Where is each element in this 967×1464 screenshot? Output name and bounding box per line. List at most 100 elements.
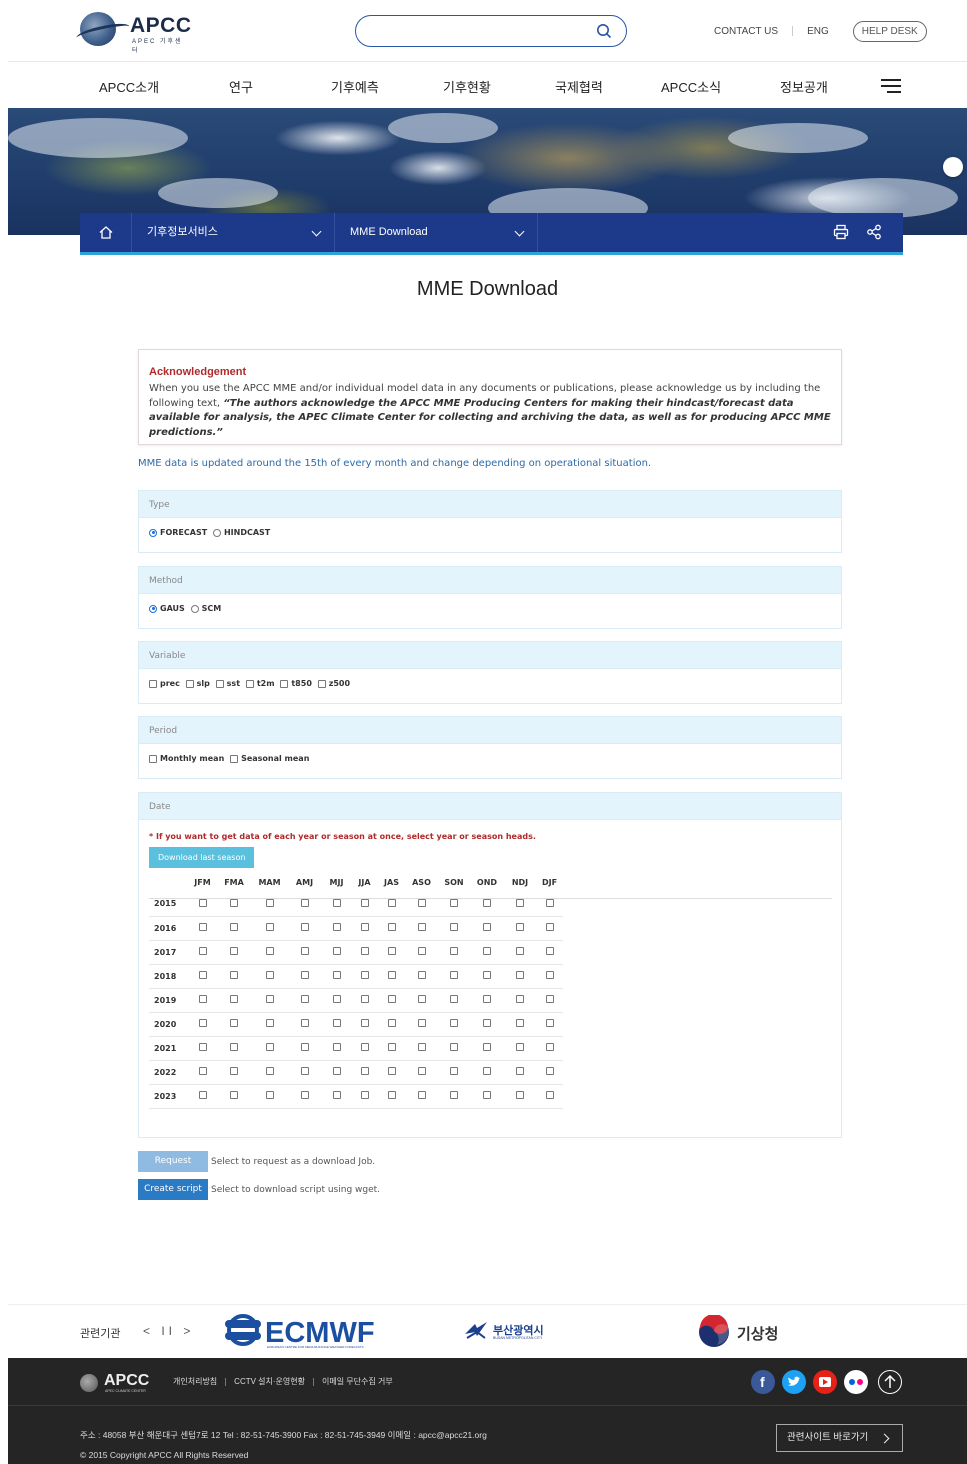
- variable-prec-checkbox[interactable]: prec: [149, 679, 180, 688]
- season-checkbox[interactable]: [516, 1067, 524, 1075]
- season-checkbox[interactable]: [198, 923, 207, 931]
- season-checkbox[interactable]: [265, 1043, 274, 1051]
- season-checkbox[interactable]: [516, 947, 524, 955]
- season-checkbox[interactable]: [387, 1043, 396, 1051]
- variable-z500-checkbox[interactable]: z500: [317, 679, 350, 688]
- season-checkbox[interactable]: [450, 898, 458, 907]
- season-checkbox[interactable]: [387, 1067, 396, 1075]
- season-checkbox[interactable]: [387, 898, 396, 907]
- season-checkbox[interactable]: [198, 971, 207, 979]
- season-checkbox[interactable]: [545, 1043, 554, 1051]
- busan-logo[interactable]: 부산광역시 BUSAN METROPOLITAN CITY: [463, 1320, 544, 1347]
- season-head-mjj[interactable]: MJJ: [322, 872, 351, 892]
- season-head-jja[interactable]: JJA: [351, 872, 378, 892]
- season-checkbox[interactable]: [450, 971, 458, 979]
- nav-item-apcc-intro[interactable]: APCC소개: [99, 77, 159, 96]
- season-checkbox[interactable]: [516, 995, 524, 1003]
- season-checkbox[interactable]: [417, 898, 426, 907]
- season-checkbox[interactable]: [516, 898, 524, 907]
- season-checkbox[interactable]: [417, 1019, 426, 1027]
- season-head-djf[interactable]: DJF: [536, 872, 563, 892]
- download-last-season-button[interactable]: Download last season: [149, 847, 255, 868]
- season-checkbox[interactable]: [230, 1019, 238, 1027]
- season-checkbox[interactable]: [300, 923, 309, 931]
- season-checkbox[interactable]: [198, 1019, 207, 1027]
- season-checkbox[interactable]: [198, 995, 207, 1003]
- year-head-2022[interactable]: 2022: [149, 1060, 189, 1085]
- season-checkbox[interactable]: [450, 923, 458, 931]
- season-head-amj[interactable]: AMJ: [287, 872, 322, 892]
- season-checkbox[interactable]: [360, 898, 369, 907]
- ecmwf-logo[interactable]: ECMWF EUROPEAN CENTRE FOR MEDIUM-RANGE W…: [223, 1313, 385, 1356]
- scroll-top-button[interactable]: [878, 1370, 902, 1394]
- nav-item-research[interactable]: 연구: [229, 77, 253, 96]
- year-head-2018[interactable]: 2018: [149, 964, 189, 989]
- related-carousel-controls[interactable]: < II >: [143, 1324, 194, 1338]
- season-checkbox[interactable]: [387, 923, 396, 931]
- season-checkbox[interactable]: [300, 995, 309, 1003]
- season-checkbox[interactable]: [265, 1067, 274, 1075]
- season-checkbox[interactable]: [516, 1019, 524, 1027]
- season-checkbox[interactable]: [450, 1019, 458, 1027]
- rocket-icon[interactable]: [943, 157, 963, 177]
- year-head-2015[interactable]: 2015: [149, 892, 189, 917]
- season-checkbox[interactable]: [483, 947, 491, 955]
- variable-t2m-checkbox[interactable]: t2m: [245, 679, 275, 688]
- season-checkbox[interactable]: [483, 898, 491, 907]
- season-checkbox[interactable]: [450, 947, 458, 955]
- season-checkbox[interactable]: [387, 1019, 396, 1027]
- season-checkbox[interactable]: [417, 995, 426, 1003]
- youtube-icon[interactable]: [813, 1370, 837, 1394]
- season-checkbox[interactable]: [332, 923, 341, 931]
- season-checkbox[interactable]: [417, 923, 426, 931]
- season-checkbox[interactable]: [300, 1067, 309, 1075]
- season-checkbox[interactable]: [545, 1091, 554, 1099]
- season-checkbox[interactable]: [230, 1043, 238, 1051]
- year-head-2021[interactable]: 2021: [149, 1036, 189, 1061]
- season-checkbox[interactable]: [265, 923, 274, 931]
- season-checkbox[interactable]: [450, 1067, 458, 1075]
- season-checkbox[interactable]: [360, 1091, 369, 1099]
- privacy-policy-link[interactable]: 개인처리방침: [173, 1376, 217, 1387]
- related-sites-button[interactable]: 관련사이트 바로가기: [776, 1424, 903, 1452]
- year-head-2016[interactable]: 2016: [149, 916, 189, 941]
- season-checkbox[interactable]: [545, 947, 554, 955]
- nav-item-climate-prediction[interactable]: 기후예측: [331, 77, 379, 96]
- season-checkbox[interactable]: [450, 1043, 458, 1051]
- year-head-2023[interactable]: 2023: [149, 1084, 189, 1109]
- season-checkbox[interactable]: [450, 995, 458, 1003]
- cctv-link[interactable]: CCTV 설치·운영현황: [234, 1376, 305, 1387]
- season-checkbox[interactable]: [483, 1091, 491, 1099]
- season-checkbox[interactable]: [545, 1067, 554, 1075]
- menu-icon[interactable]: [881, 79, 901, 93]
- season-checkbox[interactable]: [198, 1043, 207, 1051]
- season-checkbox[interactable]: [332, 898, 341, 907]
- search-icon[interactable]: [596, 23, 612, 39]
- eng-link[interactable]: ENG: [801, 26, 835, 37]
- season-checkbox[interactable]: [417, 1043, 426, 1051]
- home-button[interactable]: [80, 213, 132, 252]
- season-checkbox[interactable]: [516, 923, 524, 931]
- facebook-icon[interactable]: f: [751, 1370, 775, 1394]
- season-checkbox[interactable]: [545, 898, 554, 907]
- season-checkbox[interactable]: [387, 995, 396, 1003]
- season-checkbox[interactable]: [300, 898, 309, 907]
- season-checkbox[interactable]: [300, 947, 309, 955]
- season-checkbox[interactable]: [387, 1091, 396, 1099]
- season-checkbox[interactable]: [230, 1067, 238, 1075]
- season-checkbox[interactable]: [265, 1091, 274, 1099]
- breadcrumb-level2-select[interactable]: MME Download: [335, 213, 538, 252]
- season-checkbox[interactable]: [417, 1091, 426, 1099]
- season-checkbox[interactable]: [230, 898, 238, 907]
- season-checkbox[interactable]: [198, 947, 207, 955]
- season-checkbox[interactable]: [300, 1043, 309, 1051]
- nav-item-disclosure[interactable]: 정보공개: [780, 77, 828, 96]
- variable-slp-checkbox[interactable]: slp: [185, 679, 210, 688]
- season-checkbox[interactable]: [332, 995, 341, 1003]
- season-checkbox[interactable]: [332, 971, 341, 979]
- season-checkbox[interactable]: [265, 947, 274, 955]
- season-checkbox[interactable]: [417, 1067, 426, 1075]
- print-icon[interactable]: [833, 224, 849, 240]
- year-head-2020[interactable]: 2020: [149, 1012, 189, 1037]
- nav-item-international[interactable]: 국제협력: [555, 77, 603, 96]
